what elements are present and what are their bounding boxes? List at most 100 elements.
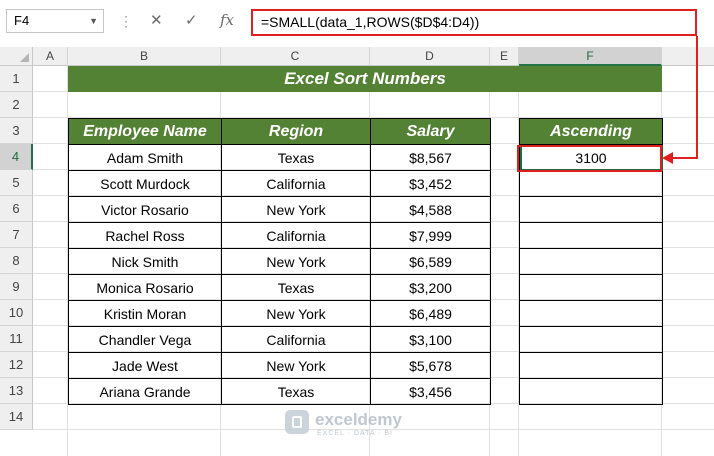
employee-name-cell[interactable]: Kristin Moran [68,300,222,327]
ascending-cell[interactable] [519,274,663,301]
column-header-f[interactable]: F [519,47,662,66]
salary-cell[interactable]: $4,588 [370,196,491,223]
salary-cell[interactable]: $6,489 [370,300,491,327]
salary-cell[interactable]: $3,456 [370,378,491,405]
ascending-cell[interactable] [519,352,663,379]
cancel-icon[interactable]: ✕ [150,11,163,29]
row-header-2[interactable]: 2 [0,92,33,118]
table-row: Monica Rosario Texas $3,200 [68,274,491,301]
header-ascending[interactable]: Ascending [519,118,663,145]
arrow-left-icon [662,152,673,164]
table-row: Rachel Ross California $7,999 [68,222,491,249]
sheet-title[interactable]: Excel Sort Numbers [68,66,662,92]
region-cell[interactable]: New York [221,300,371,327]
region-cell[interactable]: California [221,170,371,197]
ascending-cell[interactable] [519,248,663,275]
row-header-8[interactable]: 8 [0,248,33,274]
ascending-cell[interactable] [519,170,663,197]
column-header-g[interactable] [662,47,714,66]
row-header-10[interactable]: 10 [0,300,33,326]
table-row [519,378,663,405]
salary-cell[interactable]: $5,678 [370,352,491,379]
ascending-cell[interactable] [519,300,663,327]
table-row [519,326,663,353]
table-row [519,352,663,379]
salary-cell[interactable]: $6,589 [370,248,491,275]
region-cell[interactable]: California [221,222,371,249]
connector-line [672,157,698,159]
table-row [519,170,663,197]
enter-icon[interactable]: ✓ [185,11,198,29]
column-header-e[interactable]: E [490,47,519,66]
select-all-button[interactable] [0,47,33,66]
employee-name-cell[interactable]: Chandler Vega [68,326,222,353]
salary-cell[interactable]: $7,999 [370,222,491,249]
row-header-12[interactable]: 12 [0,352,33,378]
name-box-value: F4 [14,13,30,28]
region-cell[interactable]: California [221,326,371,353]
table-row [519,222,663,249]
table-row: Ariana Grande Texas $3,456 [68,378,491,405]
row-header-1[interactable]: 1 [0,66,33,92]
table-row: Jade West New York $5,678 [68,352,491,379]
region-cell[interactable]: Texas [221,144,371,171]
formula-bar-grip-icon: ⋮ [119,13,133,29]
employee-name-cell[interactable]: Rachel Ross [68,222,222,249]
formula-input[interactable]: =SMALL(data_1,ROWS($D$4:D4)) [251,9,697,36]
name-box[interactable]: F4 ▼ [6,9,104,33]
region-cell[interactable]: Texas [221,378,371,405]
row-header-6[interactable]: 6 [0,196,33,222]
table-row: Scott Murdock California $3,452 [68,170,491,197]
table-row: Kristin Moran New York $6,489 [68,300,491,327]
region-cell[interactable]: Texas [221,274,371,301]
insert-function-icon[interactable]: fx [220,11,234,29]
connector-line [696,36,698,158]
employee-name-cell[interactable]: Adam Smith [68,144,222,171]
watermark-tagline: EXCEL · DATA · BI [317,430,393,437]
employee-table: Employee Name Region Salary Adam Smith Te… [68,118,491,405]
employee-name-cell[interactable]: Victor Rosario [68,196,222,223]
exceldemy-logo-icon [285,410,309,434]
employee-name-cell[interactable]: Nick Smith [68,248,222,275]
column-header-a[interactable]: A [33,47,68,66]
chevron-down-icon[interactable]: ▼ [89,10,98,32]
ascending-cell[interactable] [519,326,663,353]
formula-bar: F4 ▼ ⋮ ✕ ✓ fx =SMALL(data_1,ROWS($D$4:D4… [0,0,714,47]
region-cell[interactable]: New York [221,352,371,379]
employee-name-cell[interactable]: Ariana Grande [68,378,222,405]
column-header-d[interactable]: D [370,47,490,66]
table-row [519,248,663,275]
row-header-3[interactable]: 3 [0,118,33,144]
header-region[interactable]: Region [221,118,371,145]
column-header-b[interactable]: B [68,47,221,66]
header-employee-name[interactable]: Employee Name [68,118,222,145]
ascending-cell[interactable] [519,378,663,405]
employee-name-cell[interactable]: Jade West [68,352,222,379]
table-row [519,274,663,301]
row-header-9[interactable]: 9 [0,274,33,300]
row-header-11[interactable]: 11 [0,326,33,352]
salary-cell[interactable]: $3,100 [370,326,491,353]
table-row: Adam Smith Texas $8,567 [68,144,491,171]
region-cell[interactable]: New York [221,196,371,223]
salary-cell[interactable]: $3,452 [370,170,491,197]
row-header-7[interactable]: 7 [0,222,33,248]
row-header-5[interactable]: 5 [0,170,33,196]
salary-cell[interactable]: $3,200 [370,274,491,301]
ascending-cell[interactable] [519,196,663,223]
employee-name-cell[interactable]: Scott Murdock [68,170,222,197]
table-row: Nick Smith New York $6,589 [68,248,491,275]
highlight-box [517,145,662,172]
row-header-14[interactable]: 14 [0,404,33,430]
table-row: Victor Rosario New York $4,588 [68,196,491,223]
table-row [519,196,663,223]
row-header-13[interactable]: 13 [0,378,33,404]
region-cell[interactable]: New York [221,248,371,275]
salary-cell[interactable]: $8,567 [370,144,491,171]
ascending-cell[interactable] [519,222,663,249]
row-header-4[interactable]: 4 [0,144,33,170]
employee-name-cell[interactable]: Monica Rosario [68,274,222,301]
table-row [519,300,663,327]
header-salary[interactable]: Salary [370,118,491,145]
column-header-c[interactable]: C [221,47,370,66]
